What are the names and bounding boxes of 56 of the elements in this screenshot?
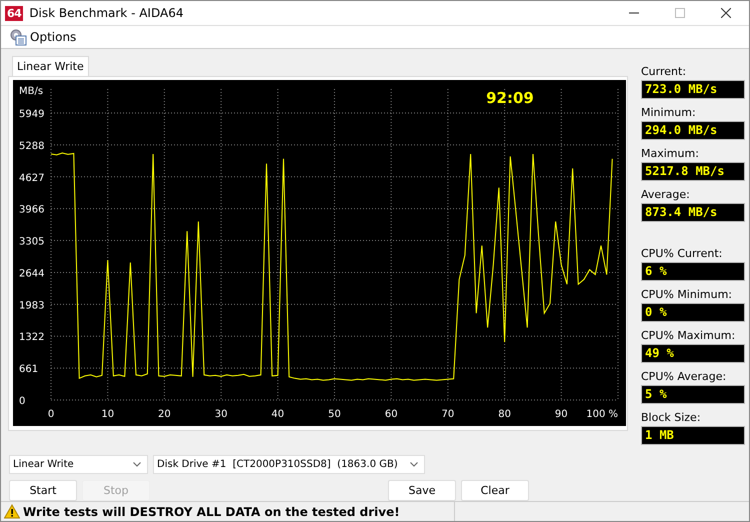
stat-label: CPU% Current: bbox=[641, 247, 724, 260]
chart-tab[interactable]: Linear Write bbox=[12, 56, 89, 76]
drive-dropdown[interactable]: Disk Drive #1 [CT2000P310SSD8] (1863.0 GB) bbox=[153, 455, 425, 474]
warning-icon bbox=[4, 504, 20, 520]
y-tick-label: 1322 bbox=[19, 332, 44, 344]
y-tick-label: 5288 bbox=[19, 141, 44, 152]
stat-value-display: 0 % bbox=[641, 303, 745, 322]
timer-text: 92:09 bbox=[486, 89, 534, 108]
stat-label: Maximum: bbox=[641, 147, 700, 160]
x-tick-label: 80 bbox=[498, 409, 511, 420]
y-tick-label: 0 bbox=[19, 396, 26, 408]
stat-value-display: 49 % bbox=[641, 344, 745, 364]
x-tick-label: 60 bbox=[384, 409, 398, 420]
stat-value-display: 5 % bbox=[641, 385, 745, 404]
chevron-down-icon bbox=[410, 462, 418, 468]
y-tick-label: 3305 bbox=[19, 236, 44, 248]
stat-value-display: 1 MB bbox=[641, 426, 745, 446]
y-tick-label: 3966 bbox=[19, 205, 44, 216]
x-tick-label: 70 bbox=[442, 409, 454, 420]
y-tick-label: 661 bbox=[19, 364, 38, 376]
x-tick-label: 40 bbox=[271, 409, 284, 420]
stat-label: CPU% Minimum: bbox=[641, 288, 733, 302]
stat-value-display: 873.4 MB/s bbox=[641, 203, 745, 222]
stat-value-display: 294.0 MB/s bbox=[641, 121, 745, 140]
y-tick-label: 1983 bbox=[19, 300, 44, 312]
chevron-down-icon bbox=[133, 462, 141, 468]
stat-label: Current: bbox=[641, 65, 688, 78]
maximize-icon bbox=[675, 8, 685, 18]
action-button[interactable]: Save bbox=[388, 480, 456, 502]
axis-unit-label: MB/s bbox=[19, 86, 44, 98]
x-tick-label: 0 bbox=[48, 409, 54, 420]
stat-label: CPU% Maximum: bbox=[641, 329, 736, 342]
action-button[interactable]: Start bbox=[9, 480, 77, 502]
y-tick-label: 2644 bbox=[19, 268, 44, 280]
x-tick-label: 50 bbox=[328, 409, 341, 420]
stat-value-display: 6 % bbox=[641, 262, 745, 282]
options-menu[interactable]: Options bbox=[30, 30, 76, 44]
close-icon bbox=[721, 8, 731, 18]
stat-label: CPU% Average: bbox=[641, 370, 728, 384]
x-tick-label: 100 % bbox=[586, 409, 618, 420]
x-tick-label: 90 bbox=[554, 409, 568, 420]
warning-message: Write tests will DESTROY ALL DATA on the tested drive! bbox=[23, 504, 400, 519]
action-button[interactable]: Clear bbox=[461, 480, 529, 502]
stat-value-display: 723.0 MB/s bbox=[641, 80, 745, 100]
stat-label: Average: bbox=[641, 188, 691, 202]
stat-value-display: 5217.8 MB/s bbox=[641, 162, 745, 182]
app-logo: 64 bbox=[5, 6, 24, 20]
x-tick-label: 20 bbox=[158, 409, 171, 420]
test-type-dropdown[interactable]: Linear Write bbox=[9, 455, 148, 474]
x-tick-label: 30 bbox=[214, 409, 228, 420]
stat-label: Minimum: bbox=[641, 106, 697, 120]
y-tick-label: 5949 bbox=[19, 109, 44, 120]
stat-label: Block Size: bbox=[641, 411, 702, 424]
y-tick-label: 4627 bbox=[19, 173, 44, 184]
x-tick-label: 10 bbox=[101, 409, 114, 420]
window-title: Disk Benchmark - AIDA64 bbox=[29, 6, 184, 20]
